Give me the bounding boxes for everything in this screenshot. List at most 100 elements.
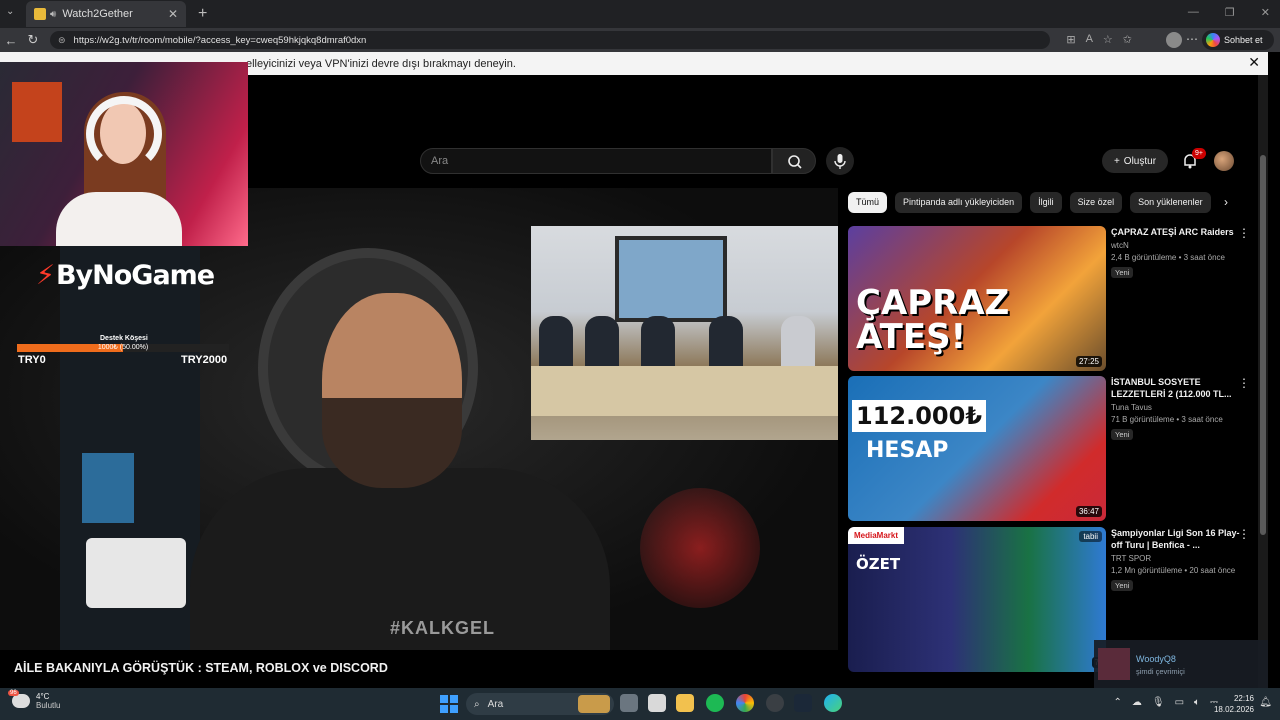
recommendation-channel[interactable]: wtcN <box>1111 241 1241 250</box>
restore-icon[interactable]: ❐ <box>1225 6 1235 19</box>
chip-2[interactable]: İlgili <box>1030 192 1062 213</box>
recommendation-thumbnail[interactable]: 112.000₺ HESAP 36:47 <box>848 376 1106 521</box>
site-info-icon[interactable]: ⊜ <box>58 35 66 46</box>
streamer-webcam <box>0 62 248 246</box>
address-bar-actions: ⊞ A ☆ ✩ <box>1066 33 1132 46</box>
window-controls: — ❐ ✕ <box>1188 6 1270 19</box>
plus-icon: + <box>1113 155 1120 167</box>
tab-title: Watch2Gether <box>62 8 133 20</box>
thumbnail-text: 112.000₺ <box>852 400 987 432</box>
donation-progress-text: 1000₺ (50.00%) <box>97 344 149 351</box>
search-icon <box>788 155 802 169</box>
spotify-icon[interactable] <box>706 694 724 712</box>
thumbnail-text: ÇAPRAZ ATEŞ! <box>856 283 1010 357</box>
back-icon[interactable]: ← <box>0 33 22 48</box>
recommendation-channel[interactable]: TRT SPOR <box>1111 554 1241 563</box>
copilot-logo-icon <box>1206 33 1220 47</box>
github-desktop-icon[interactable] <box>766 694 784 712</box>
recommendation-info: ÇAPRAZ ATEŞİ ARC Raiders wtcN 2,4 B görü… <box>1111 226 1241 280</box>
filter-chips: Tümü Pintipanda adlı yükleyiciden İlgili Si… <box>848 192 1211 213</box>
app-available-icon[interactable]: ⊞ <box>1066 33 1075 46</box>
more-vert-icon[interactable]: ⋮ <box>1238 226 1250 240</box>
taskbar-search[interactable]: ⌕ Ara <box>466 693 614 715</box>
video-shirt-text: #KALKGEL <box>390 618 496 638</box>
recommendation-thumbnail[interactable]: ÇAPRAZ ATEŞ! 27:25 <box>848 226 1106 371</box>
reload-icon[interactable]: ↻ <box>22 32 44 48</box>
inset-person <box>709 316 743 372</box>
friend-avatar <box>1098 648 1130 680</box>
browser-tab-watch2gether[interactable]: 🔊︎ Watch2Gether ✕ <box>26 1 186 27</box>
chip-3[interactable]: Size özel <box>1069 192 1123 213</box>
copilot-button[interactable]: Sohbet et <box>1202 30 1274 50</box>
system-tray: ⌃ ☁ 🎙︎ ▭ 🔈︎ ⎓ <box>1113 697 1218 708</box>
read-aloud-icon[interactable]: A <box>1086 33 1093 46</box>
address-bar[interactable]: ⊜ https://w2g.tv/tr/room/mobile/?access_… <box>50 31 1050 49</box>
notifications-button[interactable]: 9+ <box>1180 148 1206 171</box>
system-clock[interactable]: 22:16 18.02.2026 <box>1214 693 1254 715</box>
display-icon[interactable]: ▭ <box>1175 697 1184 708</box>
youtube-account-avatar[interactable] <box>1214 151 1234 171</box>
favorite-star-icon[interactable]: ☆ <box>1103 33 1113 46</box>
video-duration: 36:47 <box>1075 506 1102 517</box>
recommendation-title[interactable]: İSTANBUL SOSYETE LEZZETLERİ 2 (112.000 T… <box>1111 376 1241 400</box>
edge-icon[interactable] <box>824 694 842 712</box>
onedrive-icon[interactable]: ☁ <box>1132 697 1142 708</box>
recommendation-item[interactable]: 112.000₺ HESAP 36:47 İSTANBUL SOSYETE LE… <box>848 376 1258 522</box>
recommendation-meta: 2,4 B görüntüleme • 3 saat önce <box>1111 253 1225 262</box>
new-tab-button[interactable]: + <box>198 5 207 23</box>
notification-center-icon[interactable]: 🔔︎ <box>1259 697 1272 708</box>
chip-0[interactable]: Tümü <box>848 192 888 213</box>
bynogame-logo: ⚡︎ByNoGame <box>36 260 215 291</box>
steam-icon[interactable] <box>794 694 812 712</box>
store-icon[interactable] <box>648 694 666 712</box>
create-label: Oluştur <box>1123 155 1157 167</box>
chip-1[interactable]: Pintipanda adlı yükleyiciden <box>895 192 1023 213</box>
chip-4[interactable]: Son yüklenenler <box>1130 192 1211 213</box>
file-explorer-icon[interactable] <box>676 694 694 712</box>
chevron-up-icon[interactable]: ⌃ <box>1113 697 1121 708</box>
donation-goal-label: Destek Köşesi <box>100 335 148 342</box>
search-button[interactable] <box>772 148 816 174</box>
voice-search-button[interactable] <box>826 147 854 175</box>
recommendation-title[interactable]: Şampiyonlar Ligi Son 16 Play-off Turu | … <box>1111 527 1241 551</box>
task-view-icon[interactable] <box>620 694 638 712</box>
more-vert-icon[interactable]: ⋮ <box>1238 376 1250 390</box>
recommendation-thumbnail[interactable]: MediaMarkt tabii ÖZET 7 <box>848 527 1106 672</box>
weather-widget[interactable]: 96 4°C Bulutlu <box>8 690 61 710</box>
minimize-icon[interactable]: — <box>1188 6 1199 19</box>
close-window-icon[interactable]: ✕ <box>1261 6 1270 19</box>
browser-toolbar: ← ↻ ⊜ https://w2g.tv/tr/room/mobile/?acc… <box>0 28 1280 52</box>
url-text: https://w2g.tv/tr/room/mobile/?access_ke… <box>73 34 367 46</box>
more-options-icon[interactable]: ⋯ <box>1186 32 1198 46</box>
youtube-search-input[interactable]: Ara <box>420 148 772 174</box>
video-youtube-pillow <box>86 538 186 608</box>
tab-search-icon[interactable]: ⌄ <box>6 6 14 17</box>
recommendation-channel[interactable]: Tuna Tavus <box>1111 403 1241 412</box>
create-button[interactable]: + Oluştur <box>1102 149 1168 173</box>
thumbnail-tag: tabii <box>1079 531 1102 542</box>
tab-close-icon[interactable]: ✕ <box>168 7 178 21</box>
favorites-icon[interactable]: ✩ <box>1123 33 1132 46</box>
speaker-icon[interactable]: 🔊︎ <box>50 9 56 20</box>
taskbar-search-label: Ara <box>487 698 504 710</box>
friend-online-toast[interactable]: WoodyQ8 şimdi çevrimiçi <box>1094 640 1268 688</box>
scrollbar-thumb[interactable] <box>1260 155 1266 535</box>
browser-tab-bar: ⌄ 🔊︎ Watch2Gether ✕ + — ❐ ✕ <box>0 0 1280 28</box>
recommendation-item[interactable]: ÇAPRAZ ATEŞ! 27:25 ÇAPRAZ ATEŞİ ARC Raid… <box>848 226 1258 372</box>
microphone-icon[interactable]: 🎙︎ <box>1152 697 1165 708</box>
notice-close-icon[interactable]: ✕ <box>1248 54 1260 71</box>
cloud-icon: 96 <box>8 690 30 708</box>
chrome-icon[interactable] <box>736 694 754 712</box>
start-button[interactable] <box>440 695 458 713</box>
chevron-right-icon[interactable]: › <box>1224 195 1228 209</box>
search-placeholder: Ara <box>431 155 449 167</box>
weather-desc: Bulutlu <box>36 701 61 710</box>
profile-avatar[interactable] <box>1166 32 1182 48</box>
friend-name: WoodyQ8 <box>1136 654 1176 664</box>
volume-icon[interactable]: 🔈︎ <box>1194 697 1200 708</box>
recommendation-title[interactable]: ÇAPRAZ ATEŞİ ARC Raiders <box>1111 226 1241 238</box>
recommendation-meta: 1,2 Mn görüntüleme • 20 saat önce <box>1111 566 1236 575</box>
recommendation-meta: 71 B görüntüleme • 3 saat önce <box>1111 415 1223 424</box>
webcam-shelf <box>12 82 62 142</box>
more-vert-icon[interactable]: ⋮ <box>1238 527 1250 541</box>
